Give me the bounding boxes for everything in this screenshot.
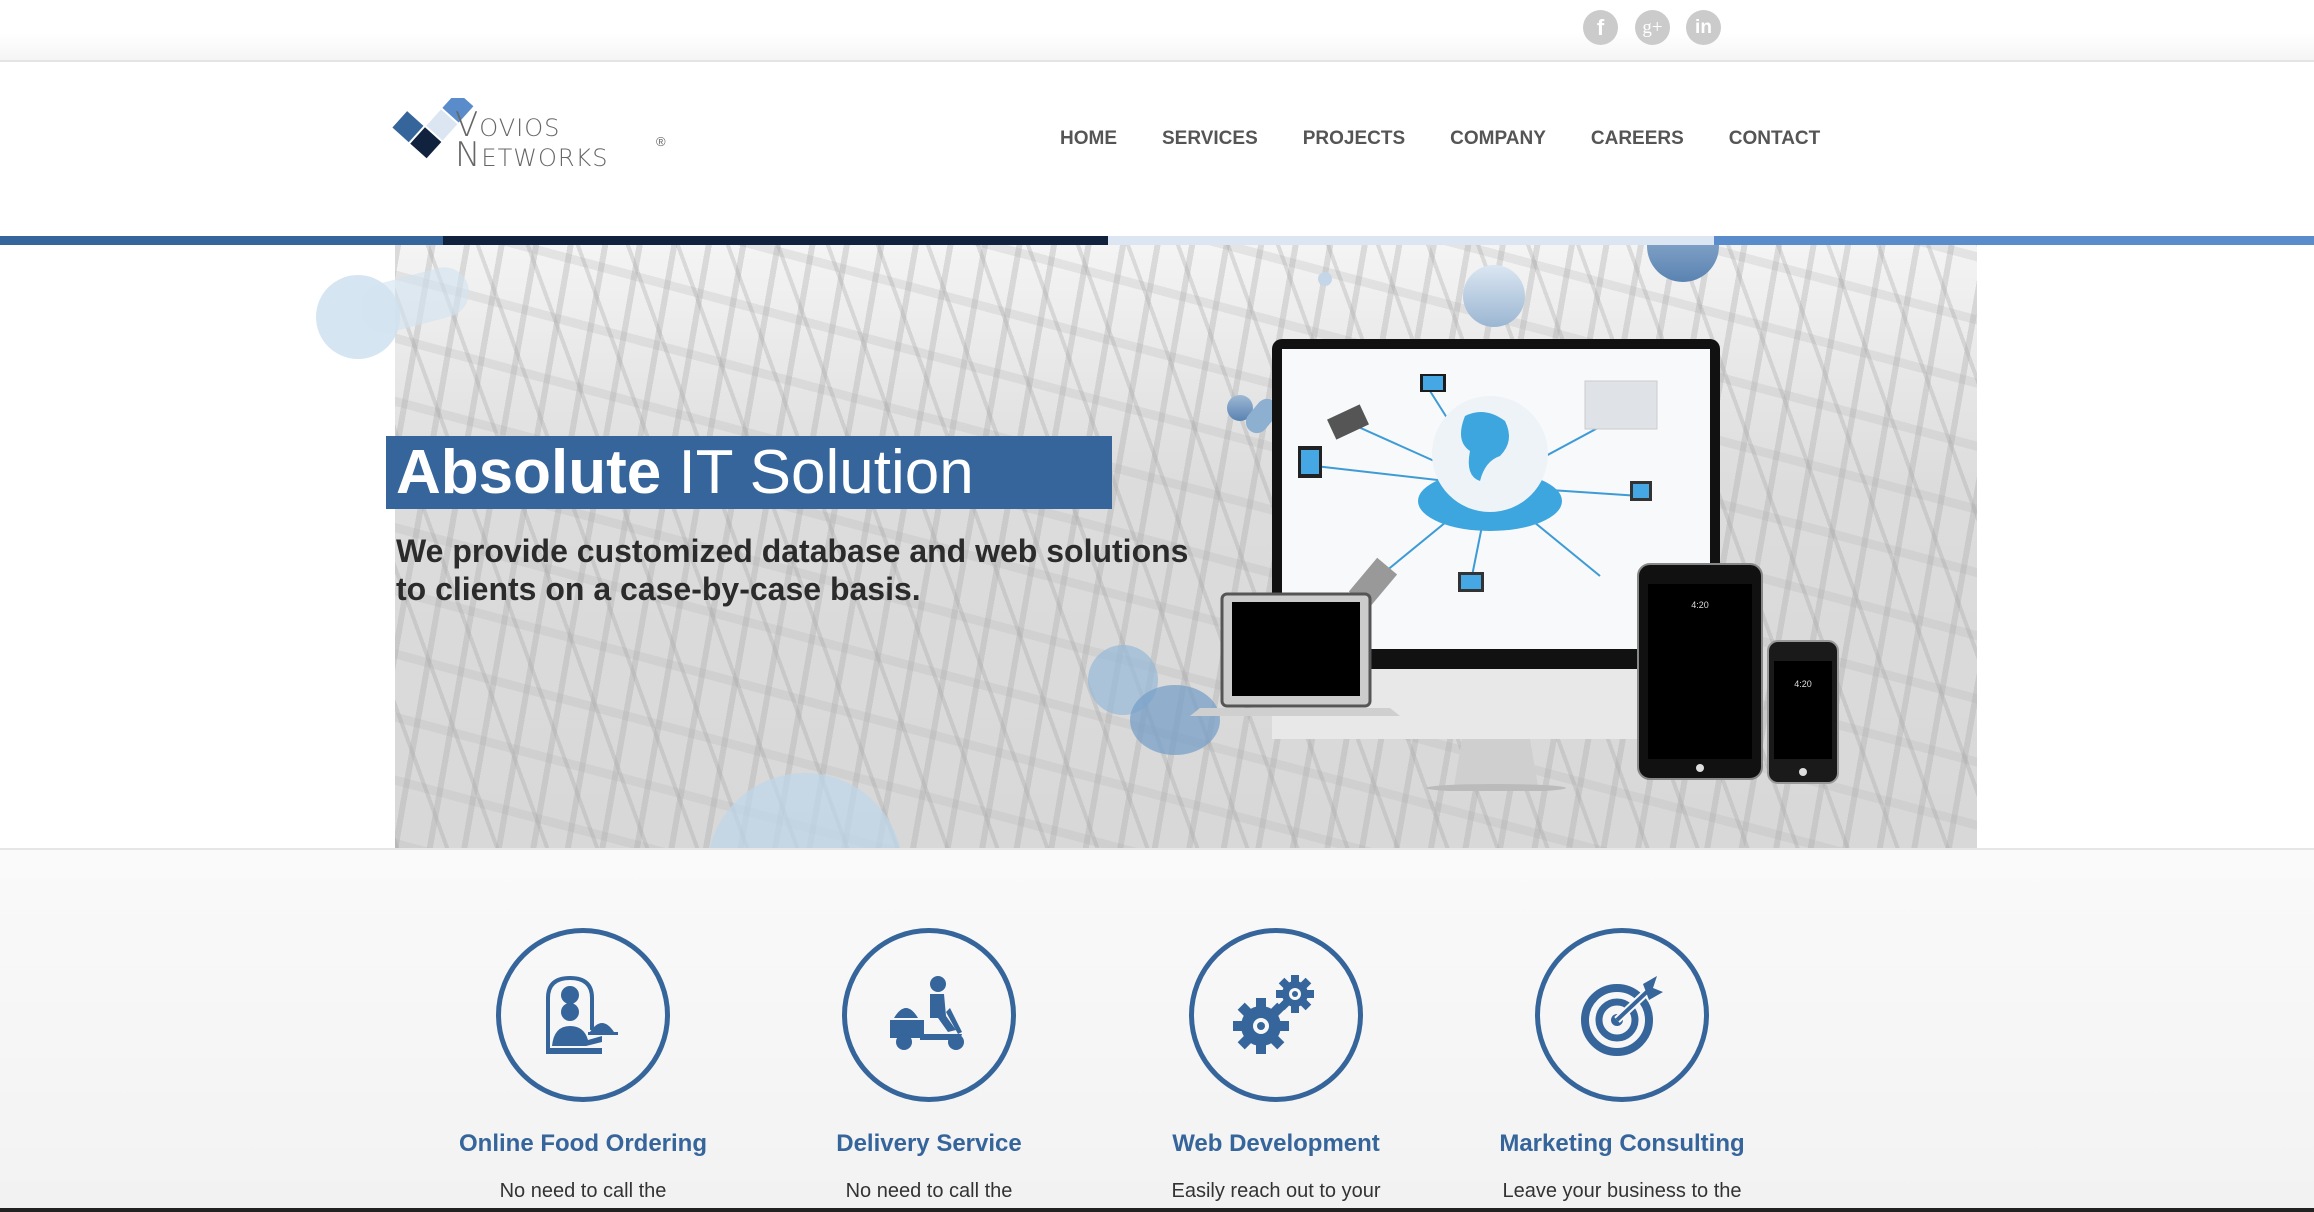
hero-title: Absolute IT Solution (396, 436, 974, 509)
nav-projects[interactable]: PROJECTS (1303, 128, 1405, 150)
hero-subtitle: We provide customized database and web s… (396, 532, 1196, 608)
logo-wordmark: Vovios Networks (455, 108, 609, 175)
logo-line2: Networks (455, 135, 609, 175)
service-description: Easily reach out to your (1171, 1180, 1381, 1202)
service-title[interactable]: Web Development (1103, 1130, 1449, 1158)
gears-icon (1233, 975, 1314, 1054)
service-icon-circle (842, 928, 1016, 1102)
services-section: Online Food Ordering No need to call the… (0, 848, 2314, 1210)
decorative-blob (1463, 265, 1525, 327)
facebook-icon[interactable]: f (1583, 10, 1618, 45)
tablet-illustration: 4:20 (1637, 563, 1763, 780)
service-icon-circle (1535, 928, 1709, 1102)
bottom-edge (0, 1208, 2314, 1212)
hero-subtitle-line2: to clients on a case-by-case basis. (396, 571, 921, 607)
main-nav: HOME SERVICES PROJECTS COMPANY CAREERS C… (1060, 128, 1865, 150)
service-description: No need to call the (499, 1180, 667, 1202)
devices-illustration: 4:20 4:20 (1190, 339, 1839, 791)
phone-clock: 4:20 (1794, 679, 1812, 689)
stripe-segment (1108, 236, 1714, 245)
nav-careers[interactable]: CAREERS (1591, 128, 1684, 150)
chef-serving-icon (546, 975, 618, 1054)
service-title[interactable]: Delivery Service (756, 1130, 1102, 1158)
stripe-segment (1714, 236, 2314, 245)
stripe-segment (0, 236, 443, 245)
top-social-bar: f g+ in (0, 0, 2314, 62)
service-title[interactable]: Online Food Ordering (410, 1130, 756, 1158)
delivery-scooter-icon (890, 976, 964, 1050)
hero-subtitle-line1: We provide customized database and web s… (396, 533, 1189, 569)
stripe-segment (443, 236, 1108, 245)
service-icon-circle (496, 928, 670, 1102)
target-arrow-icon (1581, 976, 1663, 1056)
google-plus-icon[interactable]: g+ (1635, 10, 1670, 45)
service-description: No need to call the (845, 1180, 1013, 1202)
registered-mark: ® (656, 134, 666, 149)
phone-illustration: 4:20 (1767, 640, 1839, 784)
hero-title-light: IT Solution (661, 438, 974, 507)
service-description: Leave your business to the (1502, 1180, 1742, 1202)
linkedin-icon[interactable]: in (1686, 10, 1721, 45)
service-title[interactable]: Marketing Consulting (1449, 1130, 1795, 1158)
nav-company[interactable]: COMPANY (1450, 128, 1546, 150)
laptop-illustration (1190, 592, 1400, 716)
service-icon-circle (1189, 928, 1363, 1102)
decorative-blob (1318, 272, 1332, 286)
nav-home[interactable]: HOME (1060, 128, 1117, 150)
nav-contact[interactable]: CONTACT (1729, 128, 1820, 150)
hero-title-bold: Absolute (396, 438, 662, 507)
tablet-clock: 4:20 (1691, 600, 1709, 610)
nav-services[interactable]: SERVICES (1162, 128, 1258, 150)
